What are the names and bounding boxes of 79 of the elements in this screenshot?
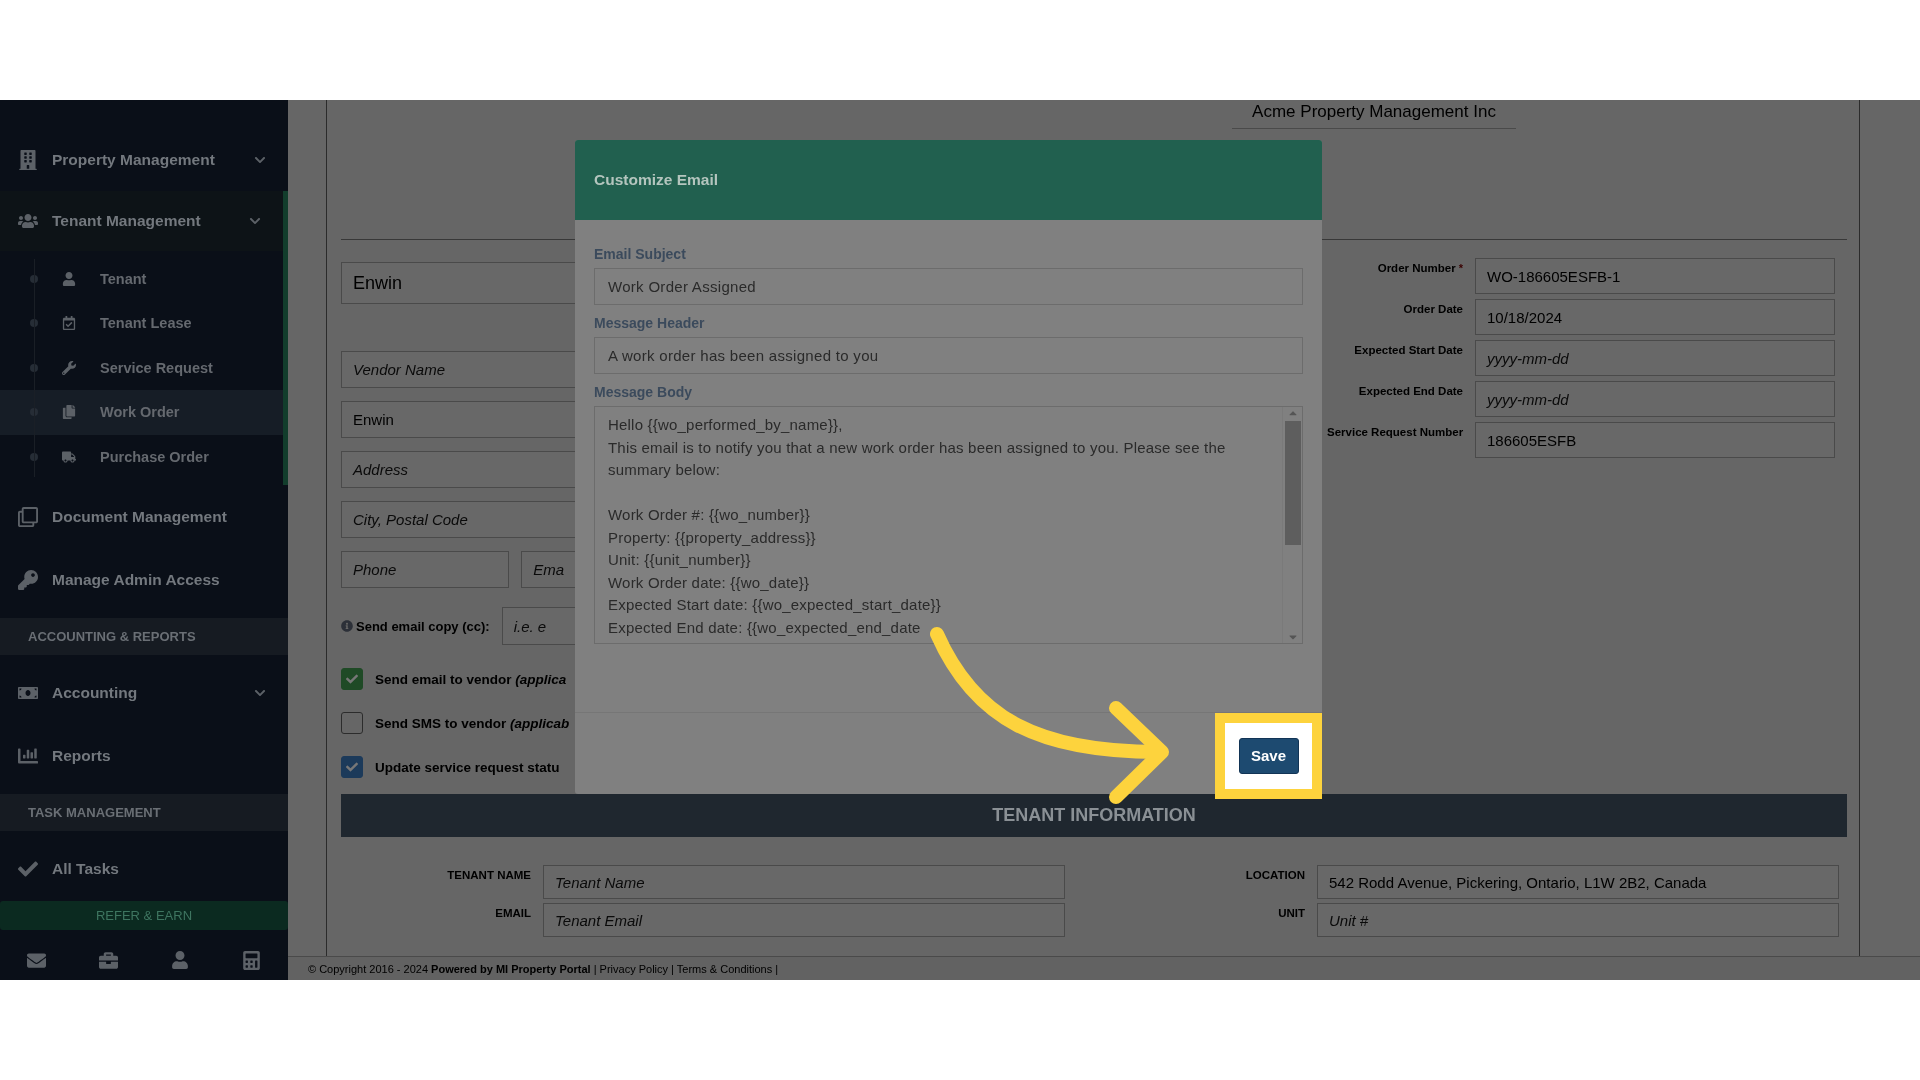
refer-button[interactable]: REFER & EARN — [0, 900, 288, 931]
input-field[interactable]: 542 Rodd Avenue, Pickering, Ontario, L1W 2B2, Canada — [1317, 865, 1839, 899]
input-field[interactable]: Unit # — [1317, 903, 1839, 937]
checkbox[interactable] — [341, 668, 363, 690]
building-icon — [18, 149, 38, 170]
checkbox[interactable] — [341, 712, 363, 734]
key-icon — [18, 570, 38, 591]
field-label: Service Request Number — [1327, 425, 1463, 438]
checkbox-label: Send SMS to vendor (applicab — [375, 715, 570, 731]
save-button[interactable]: Save — [1238, 737, 1299, 774]
field-label: TENANT NAME — [446, 868, 531, 881]
section-header-bar: TENANT INFORMATION — [341, 794, 1847, 837]
company-select[interactable]: Enwin — [341, 262, 576, 304]
modal-title: Customize Email — [594, 171, 719, 189]
sidebar-subitem[interactable]: Tenant Lease — [0, 301, 283, 346]
briefcase-icon[interactable] — [98, 950, 118, 970]
bullet-icon — [30, 452, 38, 461]
email-field[interactable]: Ema — [521, 551, 576, 588]
checkbox-label: Update service request statu — [375, 759, 560, 775]
input-field[interactable]: 186605ESFB — [1475, 422, 1835, 458]
wrench-icon — [62, 360, 76, 375]
sidebar-item[interactable]: Document Management — [0, 485, 288, 549]
person-icon — [62, 271, 76, 286]
field-label: Email Subject — [594, 246, 687, 262]
input-field[interactable]: yyyy-mm-dd — [1475, 381, 1835, 417]
sidebar-item[interactable]: Property Management — [0, 128, 288, 192]
sidebar-subitem[interactable]: Tenant — [0, 256, 283, 302]
info-icon — [341, 620, 353, 632]
check-icon — [346, 761, 358, 773]
input-field[interactable]: City, Postal Code — [341, 501, 576, 538]
field-label: Expected Start Date — [1353, 343, 1463, 356]
input-field[interactable]: WO-186605ESFB-1 — [1475, 258, 1835, 294]
calendar-icon — [62, 316, 76, 331]
cc-field[interactable]: i.e. e — [501, 607, 576, 645]
company-heading: Acme Property Management Inc — [1232, 100, 1516, 129]
check-icon — [346, 673, 358, 685]
sidebar-item[interactable]: Accounting — [0, 661, 288, 725]
field-label: Message Header — [594, 315, 706, 331]
input-field[interactable]: A work order has been assigned to you — [594, 337, 1303, 374]
sidebar-section-heading: TASK MANAGEMENT — [0, 793, 288, 832]
sidebar-subitem[interactable]: Work Order — [0, 390, 283, 435]
sidebar-item[interactable]: Reports — [0, 724, 288, 788]
sidebar-item[interactable]: Manage Admin Access — [0, 548, 288, 612]
field-label: Order Date — [1402, 302, 1463, 315]
sidebar-item[interactable]: Tenant Management — [0, 191, 288, 251]
field-label: UNIT — [1277, 906, 1305, 919]
bullet-icon — [30, 363, 38, 372]
bullet-icon — [30, 319, 38, 328]
scrollbar[interactable] — [1282, 407, 1302, 643]
envelope-icon[interactable] — [26, 950, 46, 970]
sidebar-subitem[interactable]: Purchase Order — [0, 434, 283, 480]
phone-field[interactable]: Phone — [341, 551, 510, 588]
sidebar-section-heading: ACCOUNTING & REPORTS — [0, 617, 288, 656]
person-icon[interactable] — [171, 951, 190, 970]
footer-text: © Copyright 2016 - 2024 Powered by MI Property Portal | Privacy Policy | Terms & Conditions | — [308, 962, 779, 975]
input-field[interactable]: Address — [341, 451, 576, 488]
input-field[interactable]: Tenant Email — [543, 903, 1065, 937]
cc-label: Send email copy (cc): — [356, 618, 490, 634]
document-icon — [62, 405, 76, 420]
documents-icon — [18, 506, 38, 527]
input-field[interactable]: Enwin — [341, 401, 576, 438]
calculator-icon[interactable] — [242, 950, 262, 970]
field-label: Message Body — [594, 384, 694, 400]
sidebar-item[interactable]: All Tasks — [0, 837, 288, 901]
input-field[interactable]: Vendor Name — [341, 351, 576, 388]
field-label: Expected End Date — [1357, 384, 1463, 397]
checkbox[interactable] — [341, 756, 363, 778]
field-label: EMAIL — [494, 906, 531, 919]
field-label: LOCATION — [1244, 868, 1305, 881]
sidebar-subitem[interactable]: Service Request — [0, 345, 283, 391]
field-label: Order Number * — [1376, 261, 1463, 274]
checkbox-label: Send email to vendor (applica — [375, 671, 567, 687]
input-field[interactable]: Work Order Assigned — [594, 268, 1303, 305]
truck-icon — [62, 449, 76, 464]
bullet-icon — [30, 274, 38, 283]
input-field[interactable]: 10/18/2024 — [1475, 299, 1835, 335]
bar-chart-icon — [18, 746, 38, 767]
input-field[interactable]: yyyy-mm-dd — [1475, 340, 1835, 376]
input-field[interactable]: Tenant Name — [543, 865, 1065, 899]
